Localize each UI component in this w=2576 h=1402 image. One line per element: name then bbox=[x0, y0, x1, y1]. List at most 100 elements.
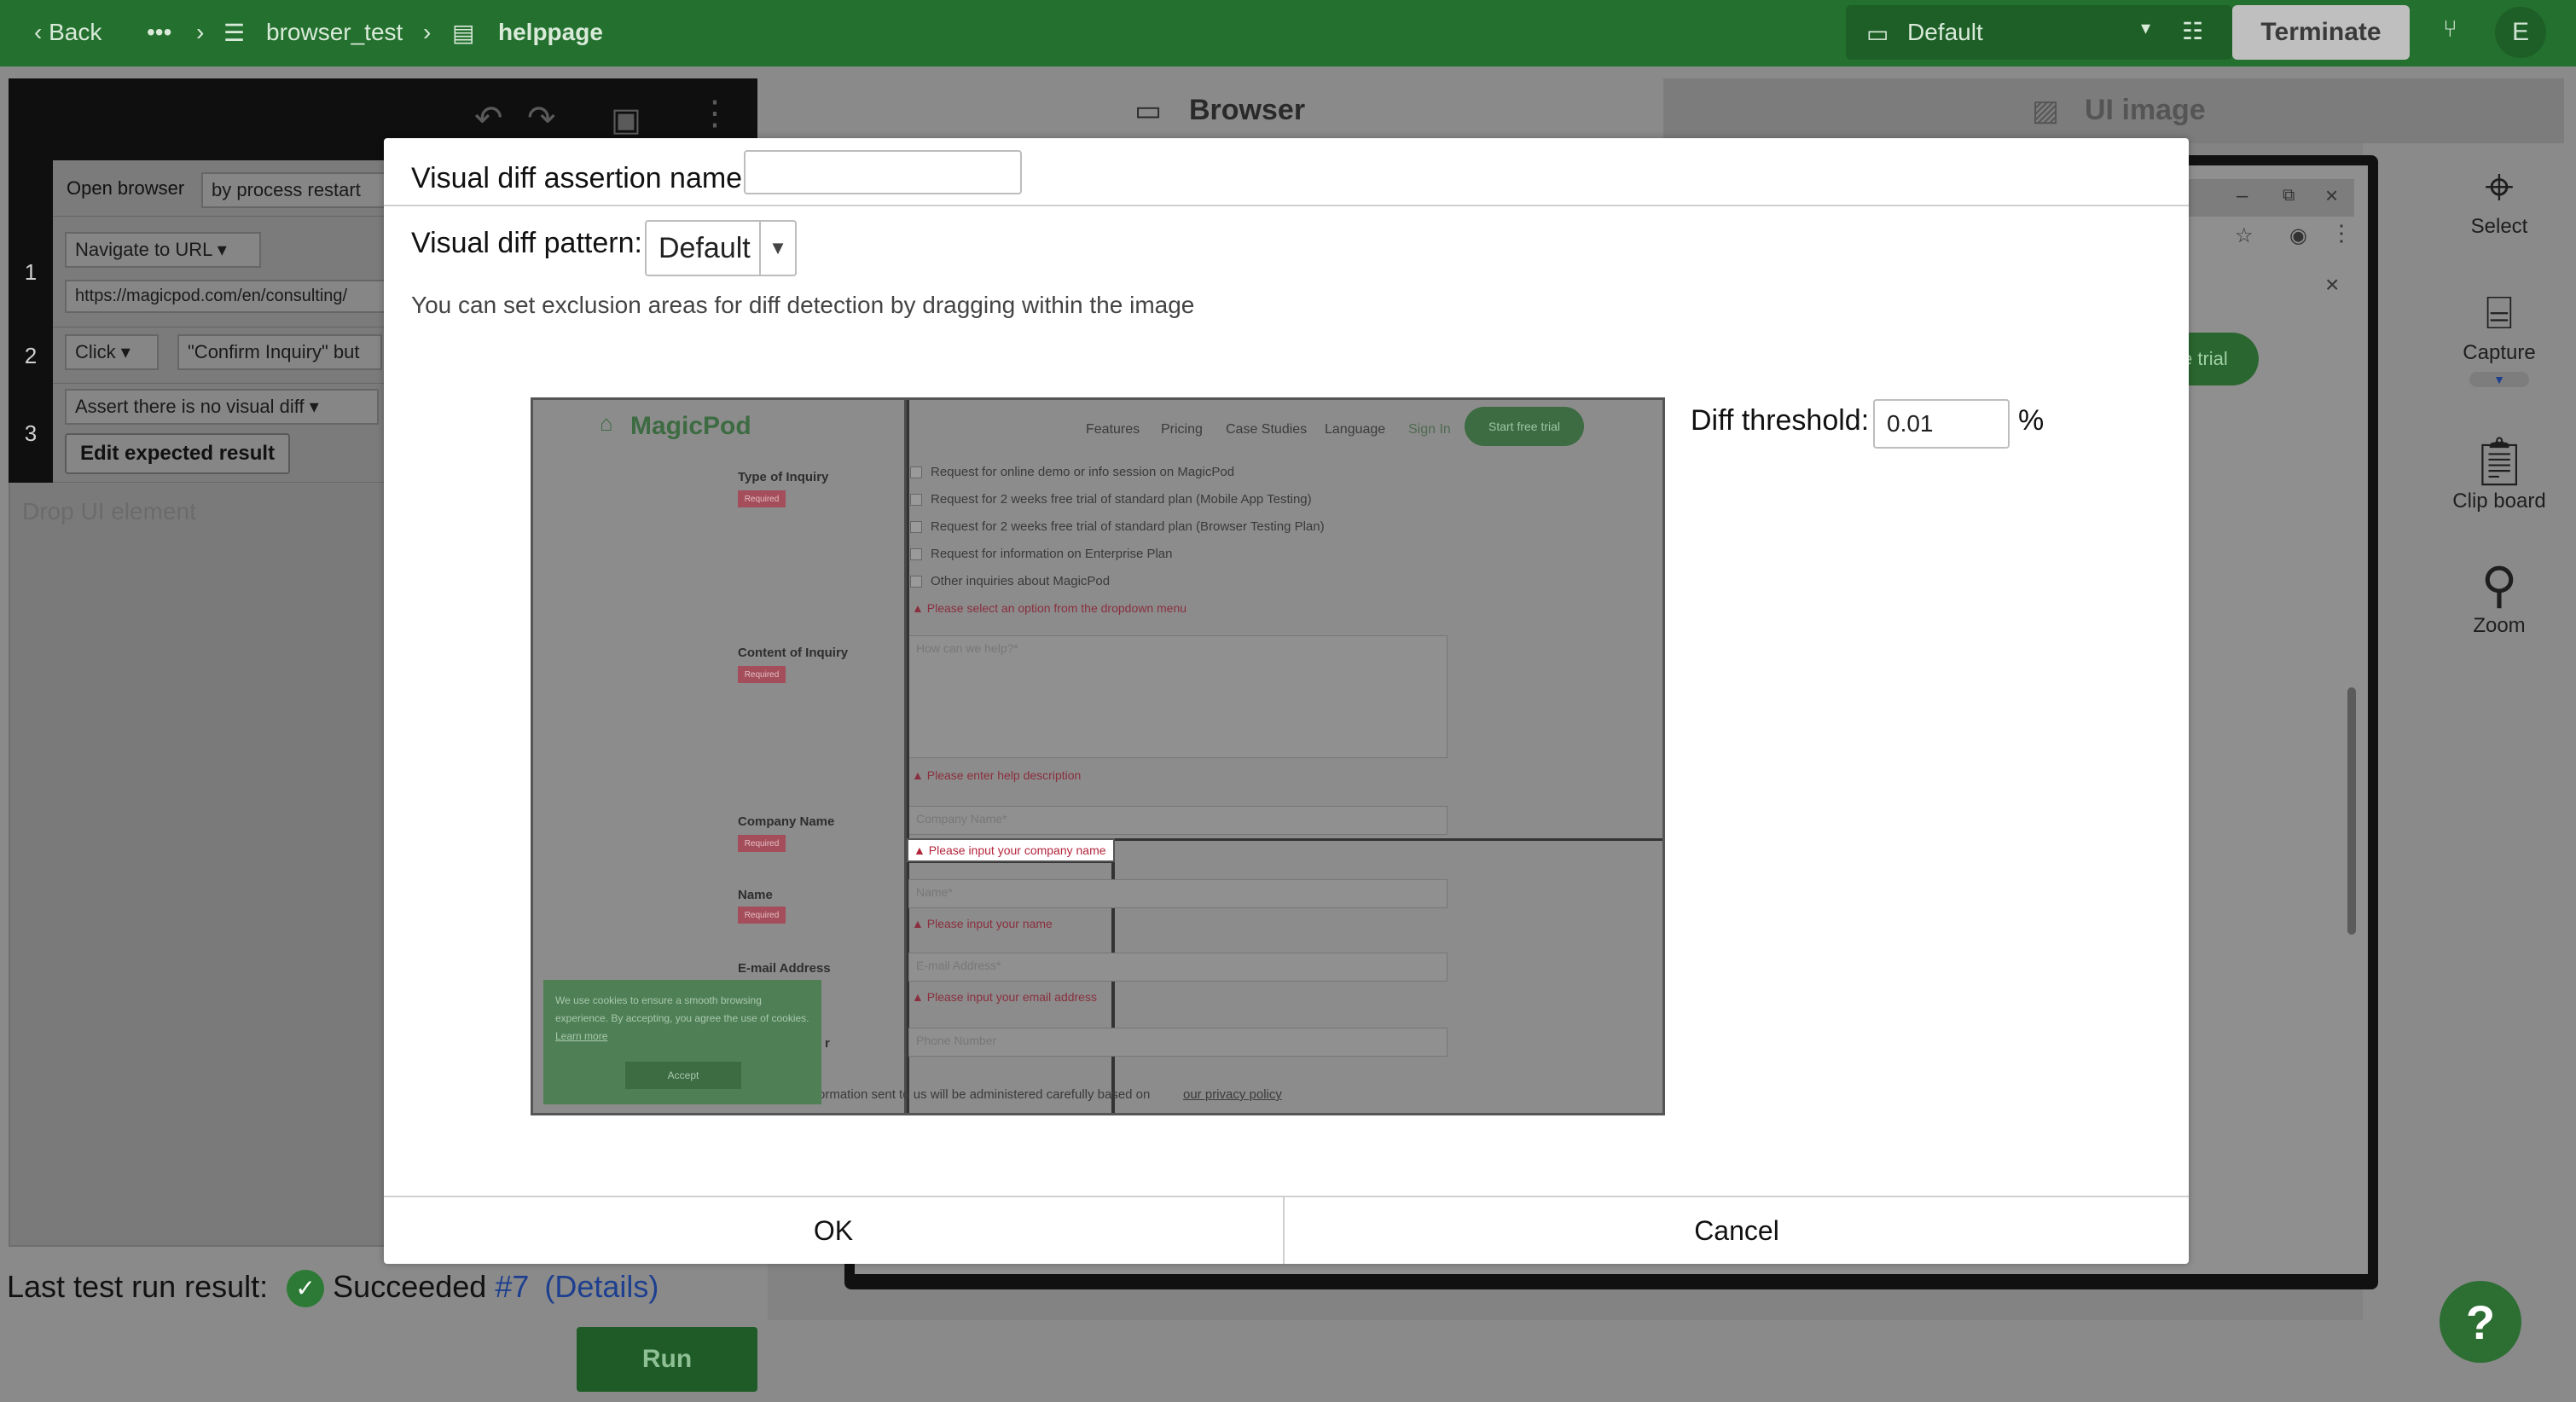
chevron-right-icon: › bbox=[423, 19, 432, 45]
camera-icon: ⌸ bbox=[2485, 287, 2514, 339]
image-icon: ▨ bbox=[2032, 95, 2060, 127]
redo-icon[interactable]: ↷ bbox=[527, 99, 556, 138]
capture-tool[interactable]: ⌸ Capture ▼ bbox=[2435, 285, 2563, 387]
minimize-icon[interactable]: – bbox=[2237, 184, 2248, 208]
error-message: ▲ Please input your company name bbox=[914, 843, 1106, 857]
diff-pattern-value: Default bbox=[659, 231, 751, 264]
scrollbar[interactable] bbox=[2347, 687, 2356, 935]
close-icon[interactable]: × bbox=[2325, 182, 2338, 209]
diff-threshold-label: Diff threshold: bbox=[1691, 404, 1870, 437]
close-icon[interactable]: × bbox=[2325, 271, 2339, 298]
command-select[interactable]: Assert there is no visual diff ▾ bbox=[65, 389, 379, 425]
error-text: Please input your name bbox=[926, 917, 1053, 930]
command-label: Assert there is no visual diff bbox=[75, 396, 305, 417]
exclusion-area[interactable] bbox=[907, 400, 1662, 841]
magnifier-icon: ⚲ bbox=[2480, 558, 2518, 613]
terminate-button[interactable]: Terminate bbox=[2232, 5, 2410, 60]
tab-browser[interactable]: ▭ Browser bbox=[768, 78, 1663, 143]
back-label: Back bbox=[49, 19, 102, 45]
command-select[interactable]: Navigate to URL ▾ bbox=[65, 232, 261, 268]
exclusion-hint: You can set exclusion areas for diff det… bbox=[411, 292, 1195, 318]
clipboard-icon: 📋︎ bbox=[2469, 434, 2530, 488]
assertion-name-label: Visual diff assertion name: bbox=[411, 162, 751, 194]
success-check-icon: ✓ bbox=[287, 1270, 325, 1308]
form-label: Type of Inquiry bbox=[738, 470, 829, 484]
diff-highlight: ▲ Please input your company name bbox=[907, 838, 1115, 862]
branch-icon[interactable]: ⑂ bbox=[2443, 15, 2457, 43]
required-badge: Required bbox=[738, 666, 786, 683]
cookie-message: We use cookies to ensure a smooth browsi… bbox=[555, 994, 809, 1024]
caret-down-icon: ▾ bbox=[309, 396, 319, 417]
magicpod-logo: MagicPod bbox=[630, 412, 751, 440]
edit-expected-result-button[interactable]: Edit expected result bbox=[65, 433, 291, 474]
caret-down-icon: ▾ bbox=[217, 239, 227, 260]
select-tool[interactable]: ⌖ Select bbox=[2435, 159, 2563, 239]
magicpod-logo-icon: ⌂ bbox=[600, 410, 613, 436]
back-button[interactable]: ‹ Back bbox=[34, 19, 102, 46]
cancel-button[interactable]: Cancel bbox=[1285, 1196, 2189, 1264]
assertion-name-input[interactable] bbox=[744, 150, 1022, 194]
diff-threshold-unit: % bbox=[2018, 404, 2045, 437]
breadcrumb-testcase[interactable]: helppage bbox=[498, 19, 603, 46]
form-label: E-mail Address bbox=[738, 961, 831, 976]
phone-input: Phone Number bbox=[908, 1028, 1448, 1057]
required-badge: Required bbox=[738, 490, 786, 507]
clipboard-tool-label: Clip board bbox=[2452, 490, 2546, 513]
restore-icon[interactable]: ⧉ bbox=[2283, 186, 2295, 206]
diff-pattern-label: Visual diff pattern: bbox=[411, 227, 642, 259]
file-icon: ▤ bbox=[452, 20, 475, 46]
run-number-link[interactable]: #7 bbox=[495, 1269, 529, 1304]
clipboard-tool[interactable]: 📋︎ Clip board bbox=[2435, 433, 2563, 513]
avatar[interactable]: E bbox=[2495, 7, 2546, 58]
zoom-tool-label: Zoom bbox=[2473, 614, 2526, 637]
crosshair-icon: ⌖ bbox=[2485, 158, 2514, 215]
captured-image[interactable]: ⌂ MagicPod Features Pricing Case Studies… bbox=[531, 397, 1665, 1115]
form-label: r bbox=[825, 1036, 830, 1051]
run-button[interactable]: Run bbox=[577, 1327, 757, 1392]
more-icon[interactable]: ••• bbox=[147, 19, 171, 46]
capture-dropdown-toggle[interactable]: ▼ bbox=[2469, 372, 2529, 387]
settings-sliders-icon[interactable]: ☷ bbox=[2182, 17, 2203, 45]
ok-button[interactable]: OK bbox=[384, 1196, 1285, 1264]
email-input: E-mail Address* bbox=[908, 953, 1448, 982]
privacy-text: ormation sent to us will be administered… bbox=[818, 1087, 1151, 1102]
run-details-link[interactable]: (Details) bbox=[544, 1269, 659, 1304]
save-icon[interactable]: ▣ bbox=[611, 101, 641, 139]
breadcrumb-project[interactable]: browser_test bbox=[266, 19, 403, 46]
divider bbox=[384, 205, 2189, 206]
zoom-tool[interactable]: ⚲ Zoom bbox=[2435, 558, 2563, 638]
run-status: Succeeded bbox=[333, 1269, 487, 1304]
diff-threshold-input[interactable] bbox=[1873, 399, 2010, 449]
tab-ui-image[interactable]: ▨ UI image bbox=[1663, 78, 2564, 143]
help-button[interactable]: ? bbox=[2440, 1281, 2521, 1363]
diff-pattern-select[interactable]: Default ▼ bbox=[645, 220, 797, 276]
environment-select[interactable]: ▭ Default ▾ ☷ bbox=[1846, 5, 2232, 60]
caret-down-icon: ▾ bbox=[2141, 17, 2151, 38]
required-badge: Required bbox=[738, 835, 786, 852]
step-number: 1 bbox=[9, 217, 53, 327]
error-message: ▲ Please input your email address bbox=[912, 990, 1097, 1004]
form-label: Company Name bbox=[738, 814, 835, 829]
environment-label: Default bbox=[1907, 19, 1983, 45]
profile-icon[interactable]: ◉ bbox=[2289, 223, 2307, 248]
cookie-learn-more: Learn more bbox=[555, 1030, 608, 1042]
form-label: Content of Inquiry bbox=[738, 646, 849, 660]
caret-down-icon: ▾ bbox=[120, 341, 131, 362]
error-message: ▲ Please input your name bbox=[912, 917, 1053, 930]
command-select[interactable]: Click ▾ bbox=[65, 334, 159, 370]
caret-down-icon: ▼ bbox=[759, 222, 795, 275]
last-run-label: Last test run result: bbox=[7, 1269, 269, 1304]
more-vertical-icon[interactable]: ⋮ bbox=[698, 94, 732, 133]
target-element[interactable]: "Confirm Inquiry" but bbox=[177, 334, 382, 370]
url-input[interactable]: https://magicpod.com/en/consulting/ bbox=[65, 280, 389, 313]
required-badge: Required bbox=[738, 907, 786, 924]
more-vertical-icon[interactable]: ⋮ bbox=[2330, 220, 2353, 246]
form-label: Name bbox=[738, 888, 773, 902]
star-icon[interactable]: ☆ bbox=[2235, 223, 2254, 248]
top-bar: ‹ Back ••• › ☰ browser_test › ▤ helppage… bbox=[0, 0, 2576, 67]
laptop-icon: ▭ bbox=[1866, 20, 1889, 47]
error-text: Please input your company name bbox=[928, 843, 1106, 857]
cookie-banner: We use cookies to ensure a smooth browsi… bbox=[543, 980, 821, 1104]
undo-icon[interactable]: ↶ bbox=[474, 99, 503, 138]
chevron-right-icon: › bbox=[196, 19, 205, 45]
